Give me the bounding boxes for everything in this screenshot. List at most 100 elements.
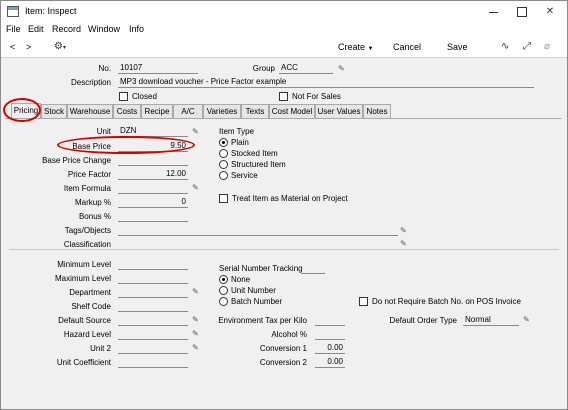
tab-user-values[interactable]: User Values (315, 104, 363, 118)
serial-batch-number-label: Batch Number (231, 297, 283, 306)
unit-coefficient-field[interactable] (118, 357, 188, 368)
expand-icon[interactable]: ⤢ (523, 41, 531, 52)
paste-icon[interactable]: ✎ (192, 343, 199, 352)
menu-bar: File Edit Record Window Info (1, 22, 567, 38)
tab-warehouse[interactable]: Warehouse (67, 104, 113, 118)
minimize-button[interactable] (479, 1, 509, 22)
item-formula-field[interactable] (118, 183, 188, 194)
not-for-sales-checkbox[interactable] (279, 92, 288, 101)
tab-recipe[interactable]: Recipe (141, 104, 173, 118)
bonus-field[interactable] (118, 211, 188, 222)
tab-notes[interactable]: Notes (363, 104, 391, 118)
maximize-button[interactable] (507, 1, 537, 22)
serial-tracking-line (301, 263, 325, 274)
no-label: No. (98, 64, 111, 73)
close-button[interactable]: ✕ (535, 1, 565, 22)
default-order-type-label: Default Order Type (389, 316, 457, 325)
cancel-button[interactable]: Cancel (393, 42, 421, 52)
serial-unit-number-label: Unit Number (231, 286, 276, 295)
tags-objects-field[interactable] (118, 225, 398, 236)
unit-label: Unit (96, 127, 111, 136)
not-for-sales-label: Not For Sales (292, 92, 341, 101)
item-type-plain-label: Plain (231, 138, 249, 147)
minimum-level-field[interactable] (118, 259, 188, 270)
hazard-level-label: Hazard Level (63, 330, 111, 339)
markup-field[interactable]: 0 (118, 197, 188, 208)
tab-cost-model[interactable]: Cost Model (269, 104, 315, 118)
tags-objects-label: Tags/Objects (64, 226, 111, 235)
previous-record-button[interactable]: < (10, 42, 15, 52)
app-icon (7, 6, 19, 17)
serial-none-radio[interactable] (219, 275, 228, 284)
tab-varieties[interactable]: Varieties (203, 104, 241, 118)
default-source-field[interactable] (118, 315, 188, 326)
classification-label: Classification (63, 240, 111, 249)
closed-label: Closed (132, 92, 157, 101)
no-field[interactable]: 10107 (118, 63, 198, 74)
item-type-plain-radio[interactable] (219, 138, 228, 147)
serial-unit-number-radio[interactable] (219, 286, 228, 295)
conversion2-field[interactable]: 0.00 (315, 357, 345, 368)
tab-stock[interactable]: Stock (41, 104, 67, 118)
menu-info[interactable]: Info (129, 24, 144, 34)
item-type-stocked-radio[interactable] (219, 149, 228, 158)
paste-icon[interactable]: ✎ (400, 226, 407, 235)
serial-none-label: None (231, 275, 251, 284)
tab-underline (5, 118, 561, 119)
env-tax-field[interactable] (315, 315, 345, 326)
hazard-level-field[interactable] (118, 329, 188, 340)
pricing-tab-highlight (3, 98, 41, 122)
no-batch-checkbox[interactable] (359, 297, 368, 306)
menu-file[interactable]: File (6, 24, 21, 34)
maximum-level-label: Maximum Level (54, 274, 111, 283)
treat-as-material-checkbox[interactable] (219, 194, 228, 203)
unit2-field[interactable] (118, 343, 188, 354)
alcohol-field[interactable] (315, 329, 345, 340)
paste-icon[interactable]: ✎ (192, 287, 199, 296)
group-field[interactable]: ACC (279, 63, 333, 74)
paste-icon[interactable]: ✎ (400, 239, 407, 248)
item-type-structured-radio[interactable] (219, 160, 228, 169)
item-type-stocked-label: Stocked Item (231, 149, 278, 158)
paste-icon[interactable]: ✎ (192, 315, 199, 324)
tab-texts[interactable]: Texts (241, 104, 269, 118)
save-button[interactable]: Save (447, 42, 468, 52)
base-price-change-field[interactable] (118, 155, 188, 166)
conversion1-label: Conversion 1 (259, 344, 307, 353)
item-type-structured-label: Structured Item (231, 160, 286, 169)
tab-ac[interactable]: A/C (173, 104, 203, 118)
price-factor-field[interactable]: 12.00 (118, 169, 188, 180)
next-record-button[interactable]: > (26, 42, 31, 52)
shelf-code-field[interactable] (118, 301, 188, 312)
department-field[interactable] (118, 287, 188, 298)
menu-edit[interactable]: Edit (28, 24, 44, 34)
env-tax-label: Environment Tax per Kilo (218, 316, 307, 325)
paste-icon[interactable]: ✎ (523, 315, 530, 324)
conversion1-field[interactable]: 0.00 (315, 343, 345, 354)
pulse-icon[interactable]: ∿ (501, 41, 509, 52)
create-button[interactable]: Create ▼ (338, 42, 373, 52)
menu-window[interactable]: Window (88, 24, 120, 34)
paste-icon[interactable]: ✎ (192, 329, 199, 338)
default-order-type-field[interactable]: Normal (463, 315, 519, 326)
treat-as-material-label: Treat Item as Material on Project (232, 194, 348, 203)
serial-tracking-label: Serial Number Tracking (219, 264, 303, 273)
paste-icon[interactable]: ✎ (192, 127, 199, 136)
markup-label: Markup % (74, 198, 111, 207)
maximum-level-field[interactable] (118, 273, 188, 284)
gear-icon[interactable]: ⚙▾ (54, 41, 66, 52)
description-label: Description (70, 78, 111, 87)
paste-icon[interactable]: ✎ (338, 64, 345, 73)
description-field[interactable]: MP3 download voucher - Price Factor exam… (118, 77, 534, 88)
minimum-level-label: Minimum Level (57, 260, 111, 269)
item-formula-label: Item Formula (63, 184, 111, 193)
menu-record[interactable]: Record (52, 24, 81, 34)
paste-icon[interactable]: ✎ (192, 183, 199, 192)
tab-costs[interactable]: Costs (113, 104, 141, 118)
item-type-service-label: Service (231, 171, 258, 180)
closed-checkbox[interactable] (119, 92, 128, 101)
item-type-service-radio[interactable] (219, 171, 228, 180)
paperclip-icon[interactable]: ⌀ (544, 41, 550, 52)
serial-batch-number-radio[interactable] (219, 297, 228, 306)
base-price-highlight (57, 136, 195, 154)
